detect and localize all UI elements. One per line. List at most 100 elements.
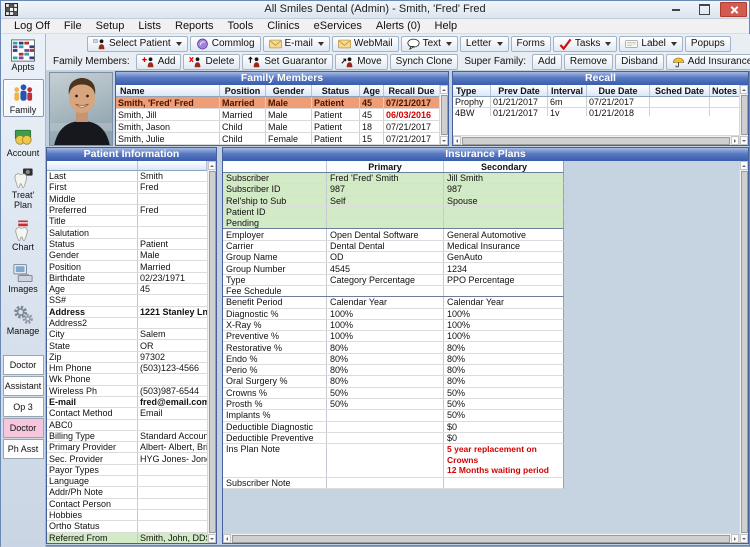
- insurance-row-subscriber[interactable]: SubscriberFred 'Fred' SmithJill Smith: [223, 173, 564, 184]
- insurance-row-group-number[interactable]: Group Number45451234: [223, 263, 564, 274]
- toolbar-button-forms[interactable]: Forms: [511, 36, 551, 52]
- family-member-row[interactable]: Smith, JulieChildFemalePatient1507/21/20…: [116, 133, 439, 145]
- toolbar-button-text[interactable]: Text: [401, 36, 458, 52]
- insurance-row-patient-id[interactable]: Patient ID: [223, 207, 564, 218]
- insurance-row-benefit-period[interactable]: Benefit PeriodCalendar YearCalendar Year: [223, 297, 564, 308]
- recall-row[interactable]: 4BW01/21/20171y01/21/2018: [453, 108, 739, 116]
- insurance-row-deductible-preventive[interactable]: Deductible Preventive$0: [223, 433, 564, 444]
- scroll-down-icon[interactable]: [440, 136, 448, 145]
- family-member-row[interactable]: Smith, 'Fred' FredMarriedMalePatient4507…: [116, 97, 439, 109]
- insurance-row-pending[interactable]: Pending: [223, 218, 564, 229]
- menu-item-reports[interactable]: Reports: [168, 20, 221, 32]
- menu-item-clinics[interactable]: Clinics: [260, 20, 306, 32]
- insurance-row-carrier[interactable]: CarrierDental DentalMedical Insurance: [223, 241, 564, 252]
- menu-item-log-off[interactable]: Log Off: [7, 20, 57, 32]
- insurance-row-x-ray[interactable]: X-Ray %100%100%: [223, 320, 564, 331]
- scroll-up-icon[interactable]: [740, 85, 748, 94]
- patient-info-row-addr-ph-note[interactable]: Addr/Ph Note: [47, 487, 207, 498]
- scrollbar-thumb[interactable]: [209, 171, 216, 533]
- insurance-row-rel-ship-to-sub[interactable]: Rel'ship to SubSelfSpouse: [223, 196, 564, 207]
- menu-item-eservices[interactable]: eServices: [307, 20, 369, 32]
- provider-button-2-op-3[interactable]: Op 3: [3, 397, 44, 417]
- patient-info-row-birthdate[interactable]: Birthdate02/23/1971: [47, 273, 207, 284]
- toolbar-button-set-guarantor[interactable]: Set Guarantor: [242, 54, 333, 70]
- toolbar-button-commlog[interactable]: Commlog: [190, 36, 261, 52]
- toolbar-button-webmail[interactable]: WebMail: [332, 36, 399, 52]
- patient-info-row-position[interactable]: PositionMarried: [47, 261, 207, 272]
- patient-info-vertical-scrollbar[interactable]: [207, 161, 216, 543]
- toolbar-button-popups[interactable]: Popups: [685, 36, 731, 52]
- insurance-row-endo[interactable]: Endo %80%80%: [223, 354, 564, 365]
- scroll-left-icon[interactable]: [453, 136, 461, 145]
- insurance-row-implants[interactable]: Implants %50%: [223, 410, 564, 421]
- patient-info-row-last[interactable]: LastSmith: [47, 171, 207, 182]
- patient-info-row-billing-type[interactable]: Billing TypeStandard Account: [47, 431, 207, 442]
- insurance-row-diagnostic[interactable]: Diagnostic %100%100%: [223, 309, 564, 320]
- scrollbar-thumb[interactable]: [441, 95, 448, 135]
- patient-info-row-wireless-ph[interactable]: Wireless Ph(503)987-6544: [47, 386, 207, 397]
- toolbar-button-label[interactable]: Label: [619, 36, 682, 52]
- insurance-row-subscriber-note[interactable]: Subscriber Note: [223, 478, 564, 489]
- family-member-row[interactable]: Smith, JillMarriedMalePatient4506/03/201…: [116, 109, 439, 121]
- sidebar-module-family[interactable]: Family: [3, 79, 44, 117]
- patient-info-row-ss[interactable]: SS#: [47, 295, 207, 306]
- menu-item-lists[interactable]: Lists: [131, 20, 168, 32]
- patient-info-row-payor-types[interactable]: Payor Types: [47, 465, 207, 476]
- dropdown-arrow-icon[interactable]: [605, 42, 611, 49]
- sidebar-module-manage[interactable]: Manage: [3, 301, 44, 337]
- dropdown-arrow-icon[interactable]: [318, 42, 324, 49]
- patient-info-row-city[interactable]: CitySalem: [47, 329, 207, 340]
- patient-info-row-title[interactable]: Title: [47, 216, 207, 227]
- insurance-row-preventive[interactable]: Preventive %100%100%: [223, 331, 564, 342]
- insurance-row-perio[interactable]: Perio %80%80%: [223, 365, 564, 376]
- toolbar-button-delete[interactable]: Delete: [183, 54, 240, 70]
- dropdown-arrow-icon[interactable]: [497, 42, 503, 49]
- insurance-horizontal-scrollbar[interactable]: [223, 533, 739, 543]
- patient-info-row-contact-person[interactable]: Contact Person: [47, 499, 207, 510]
- scrollbar-thumb[interactable]: [741, 171, 748, 533]
- patient-info-row-age[interactable]: Age45: [47, 284, 207, 295]
- toolbar-button-synch-clone[interactable]: Synch Clone: [390, 54, 459, 70]
- provider-button-3-doctor[interactable]: Doctor: [3, 418, 44, 438]
- dropdown-arrow-icon[interactable]: [176, 42, 182, 49]
- toolbar-button-disband[interactable]: Disband: [615, 54, 664, 70]
- patient-info-row-state[interactable]: StateOR: [47, 340, 207, 351]
- minimize-button[interactable]: [662, 2, 689, 17]
- provider-button-0-doctor[interactable]: Doctor: [3, 355, 44, 375]
- scroll-up-icon[interactable]: [440, 85, 448, 94]
- family-vertical-scrollbar[interactable]: [439, 85, 448, 145]
- patient-info-row-address2[interactable]: Address2: [47, 318, 207, 329]
- close-button[interactable]: [720, 2, 747, 17]
- insurance-row-deductible-diagnostic[interactable]: Deductible Diagnostic$0: [223, 422, 564, 433]
- patient-info-row-zip[interactable]: Zip97302: [47, 352, 207, 363]
- sidebar-module-images[interactable]: Images: [3, 259, 44, 295]
- insurance-row-crowns[interactable]: Crowns %50%50%: [223, 388, 564, 399]
- toolbar-button-tasks[interactable]: Tasks: [553, 36, 618, 52]
- recall-horizontal-scrollbar[interactable]: [453, 135, 739, 145]
- insurance-row-employer[interactable]: EmployerOpen Dental SoftwareGeneral Auto…: [223, 229, 564, 240]
- dropdown-arrow-icon[interactable]: [671, 42, 677, 49]
- patient-info-row-status[interactable]: StatusPatient: [47, 239, 207, 250]
- insurance-row-oral-surgery[interactable]: Oral Surgery %80%80%: [223, 376, 564, 387]
- patient-info-row-e-mail[interactable]: E-mailfred@email.com: [47, 397, 207, 408]
- menu-item-tools[interactable]: Tools: [221, 20, 261, 32]
- sidebar-module-chart[interactable]: Chart: [3, 217, 44, 253]
- patient-info-row-contact-method[interactable]: Contact MethodEmail: [47, 408, 207, 419]
- scroll-down-icon[interactable]: [740, 136, 748, 145]
- provider-button-4-ph-asst[interactable]: Ph Asst: [3, 439, 44, 459]
- menu-item-help[interactable]: Help: [428, 20, 465, 32]
- scrollbar-thumb[interactable]: [741, 95, 748, 135]
- scrollbar-thumb[interactable]: [462, 137, 730, 145]
- insurance-row-type[interactable]: TypeCategory PercentagePPO Percentage: [223, 275, 564, 286]
- toolbar-button-remove[interactable]: Remove: [564, 54, 613, 70]
- scrollbar-thumb[interactable]: [232, 535, 730, 543]
- sidebar-module-account[interactable]: Account: [3, 123, 44, 159]
- patient-info-row-primary-provider[interactable]: Primary ProviderAlbert- Albert, Brian: [47, 442, 207, 453]
- toolbar-button-add-insurance[interactable]: Add Insurance: [666, 54, 750, 70]
- patient-info-row-ortho-status[interactable]: Ortho Status: [47, 521, 207, 532]
- scroll-up-icon[interactable]: [740, 161, 748, 170]
- title-bar[interactable]: All Smiles Dental (Admin) - Smith, 'Fred…: [1, 1, 749, 19]
- insurance-row-fee-schedule[interactable]: Fee Schedule: [223, 286, 564, 297]
- menu-item-file[interactable]: File: [57, 20, 89, 32]
- patient-info-row-preferred[interactable]: PreferredFred: [47, 205, 207, 216]
